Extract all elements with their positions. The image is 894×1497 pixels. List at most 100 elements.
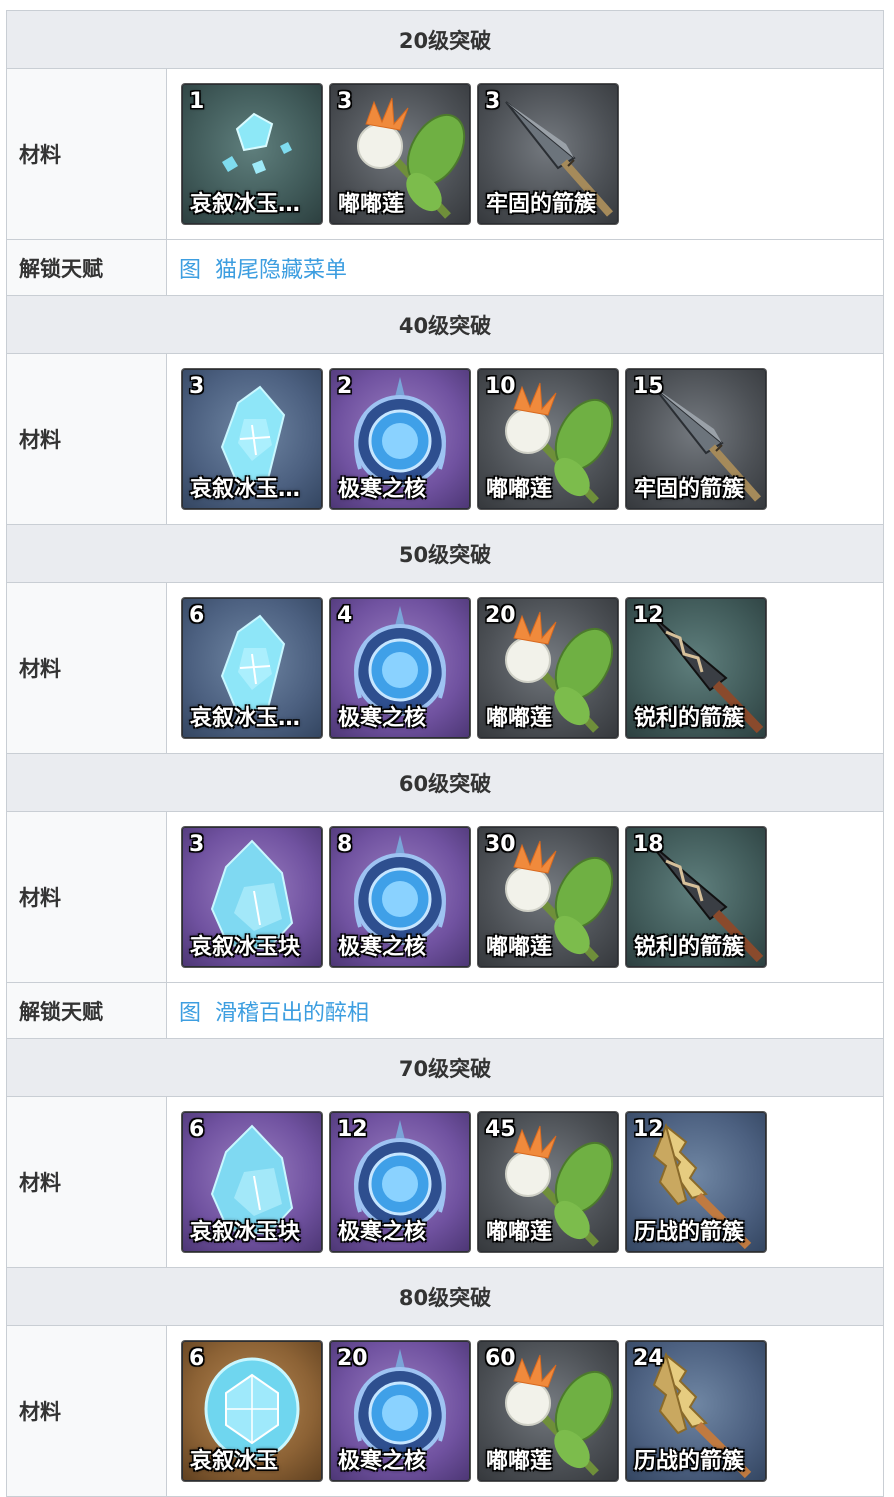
row-label: 材料 [6,1325,167,1497]
material-count: 12 [337,1117,368,1142]
material-item[interactable]: 3 牢固的箭簇 [478,84,618,224]
material-count: 6 [189,603,205,628]
material-name: 极寒之核 [338,706,427,731]
section-header-row: 40级突破 [6,295,884,354]
section-header-row: 60级突破 [6,753,884,812]
materials-row: 材料 1 哀叙冰玉… 3 嘟嘟莲 3 牢固的箭簇 [6,68,884,240]
row-label: 材料 [6,1096,167,1268]
image-placeholder-icon: 图 [179,257,202,283]
material-name: 哀叙冰玉块 [190,1220,301,1245]
materials-cell: 3 哀叙冰玉块 8 极寒之核 30 嘟嘟莲 18 锐利的箭簇 [166,811,884,983]
material-item[interactable]: 45 嘟嘟莲 [478,1112,618,1252]
talent-link[interactable]: 图猫尾隐藏菜单 [179,258,347,283]
materials-cell: 1 哀叙冰玉… 3 嘟嘟莲 3 牢固的箭簇 [166,68,884,240]
material-item[interactable]: 10 嘟嘟莲 [478,369,618,509]
materials-cell: 6 哀叙冰玉块 12 极寒之核 45 嘟嘟莲 12 历战的箭簇 [166,1096,884,1268]
material-item[interactable]: 4 极寒之核 [330,598,470,738]
material-name: 哀叙冰玉… [190,192,301,217]
talent-cell: 图猫尾隐藏菜单 [166,239,884,296]
material-name: 极寒之核 [338,477,427,502]
material-item[interactable]: 3 嘟嘟莲 [330,84,470,224]
material-count: 2 [337,374,353,399]
talent-row: 解锁天赋 图滑稽百出的醉相 [6,982,884,1039]
material-count: 3 [337,89,353,114]
material-item[interactable]: 2 极寒之核 [330,369,470,509]
material-name: 历战的箭簇 [634,1220,745,1245]
image-placeholder-icon: 图 [179,1000,202,1026]
material-count: 20 [485,603,516,628]
talent-name: 滑稽百出的醉相 [215,1000,370,1026]
material-item[interactable]: 20 嘟嘟莲 [478,598,618,738]
material-item[interactable]: 12 极寒之核 [330,1112,470,1252]
material-count: 18 [633,832,664,857]
material-item[interactable]: 3 哀叙冰玉块 [182,827,322,967]
materials-list: 3 哀叙冰玉… 2 极寒之核 10 嘟嘟莲 15 牢固的箭簇 [182,369,883,509]
material-item[interactable]: 30 嘟嘟莲 [478,827,618,967]
materials-list: 6 哀叙冰玉 20 极寒之核 60 嘟嘟莲 24 历战的箭簇 [182,1341,883,1481]
material-name: 牢固的箭簇 [486,192,597,217]
row-label: 材料 [6,68,167,240]
material-name: 极寒之核 [338,935,427,960]
section-header-title: 50级突破 [6,524,884,583]
material-name: 锐利的箭簇 [634,706,745,731]
material-item[interactable]: 3 哀叙冰玉… [182,369,322,509]
material-item[interactable]: 20 极寒之核 [330,1341,470,1481]
material-item[interactable]: 15 牢固的箭簇 [626,369,766,509]
material-name: 哀叙冰玉块 [190,935,301,960]
material-item[interactable]: 18 锐利的箭簇 [626,827,766,967]
material-name: 锐利的箭簇 [634,935,745,960]
material-item[interactable]: 12 历战的箭簇 [626,1112,766,1252]
section-header-row: 70级突破 [6,1038,884,1097]
material-item[interactable]: 8 极寒之核 [330,827,470,967]
material-name: 历战的箭簇 [634,1449,745,1474]
row-label: 解锁天赋 [6,982,167,1039]
material-count: 60 [485,1346,516,1371]
materials-list: 3 哀叙冰玉块 8 极寒之核 30 嘟嘟莲 18 锐利的箭簇 [182,827,883,967]
material-count: 24 [633,1346,664,1371]
materials-cell: 6 哀叙冰玉 20 极寒之核 60 嘟嘟莲 24 历战的箭簇 [166,1325,884,1497]
ascension-table: 20级突破 材料 1 哀叙冰玉… 3 嘟嘟莲 3 牢固的箭簇 解锁天赋 图猫尾隐藏… [6,10,884,1497]
section-header-row: 20级突破 [6,10,884,69]
row-label: 材料 [6,582,167,754]
section-header-row: 50级突破 [6,524,884,583]
material-count: 8 [337,832,353,857]
material-count: 45 [485,1117,516,1142]
materials-list: 6 哀叙冰玉… 4 极寒之核 20 嘟嘟莲 12 锐利的箭簇 [182,598,883,738]
section-header-title: 60级突破 [6,753,884,812]
row-label: 解锁天赋 [6,239,167,296]
material-count: 1 [189,89,205,114]
material-item[interactable]: 12 锐利的箭簇 [626,598,766,738]
material-item[interactable]: 60 嘟嘟莲 [478,1341,618,1481]
material-item[interactable]: 1 哀叙冰玉… [182,84,322,224]
materials-list: 1 哀叙冰玉… 3 嘟嘟莲 3 牢固的箭簇 [182,84,883,224]
materials-cell: 3 哀叙冰玉… 2 极寒之核 10 嘟嘟莲 15 牢固的箭簇 [166,353,884,525]
row-label: 材料 [6,353,167,525]
material-name: 极寒之核 [338,1449,427,1474]
material-count: 15 [633,374,664,399]
materials-row: 材料 6 哀叙冰玉 20 极寒之核 60 嘟嘟莲 24 历战的箭簇 [6,1325,884,1497]
material-count: 3 [189,832,205,857]
material-item[interactable]: 6 哀叙冰玉 [182,1341,322,1481]
talent-name: 猫尾隐藏菜单 [215,257,348,283]
material-item[interactable]: 6 哀叙冰玉块 [182,1112,322,1252]
section-header-title: 70级突破 [6,1038,884,1097]
material-item[interactable]: 6 哀叙冰玉… [182,598,322,738]
material-name: 嘟嘟莲 [486,477,553,502]
section-header-title: 40级突破 [6,295,884,354]
material-name: 嘟嘟莲 [486,706,553,731]
material-name: 哀叙冰玉… [190,706,301,731]
material-name: 哀叙冰玉… [190,477,301,502]
material-name: 嘟嘟莲 [338,192,405,217]
material-count: 3 [485,89,501,114]
material-name: 嘟嘟莲 [486,1220,553,1245]
talent-link[interactable]: 图滑稽百出的醉相 [179,1001,369,1026]
materials-row: 材料 6 哀叙冰玉… 4 极寒之核 20 嘟嘟莲 12 锐利的箭簇 [6,582,884,754]
material-count: 10 [485,374,516,399]
materials-row: 材料 3 哀叙冰玉… 2 极寒之核 10 嘟嘟莲 15 牢固的箭簇 [6,353,884,525]
material-item[interactable]: 24 历战的箭簇 [626,1341,766,1481]
material-name: 嘟嘟莲 [486,935,553,960]
section-header-title: 80级突破 [6,1267,884,1326]
materials-cell: 6 哀叙冰玉… 4 极寒之核 20 嘟嘟莲 12 锐利的箭簇 [166,582,884,754]
material-count: 20 [337,1346,368,1371]
materials-list: 6 哀叙冰玉块 12 极寒之核 45 嘟嘟莲 12 历战的箭簇 [182,1112,883,1252]
